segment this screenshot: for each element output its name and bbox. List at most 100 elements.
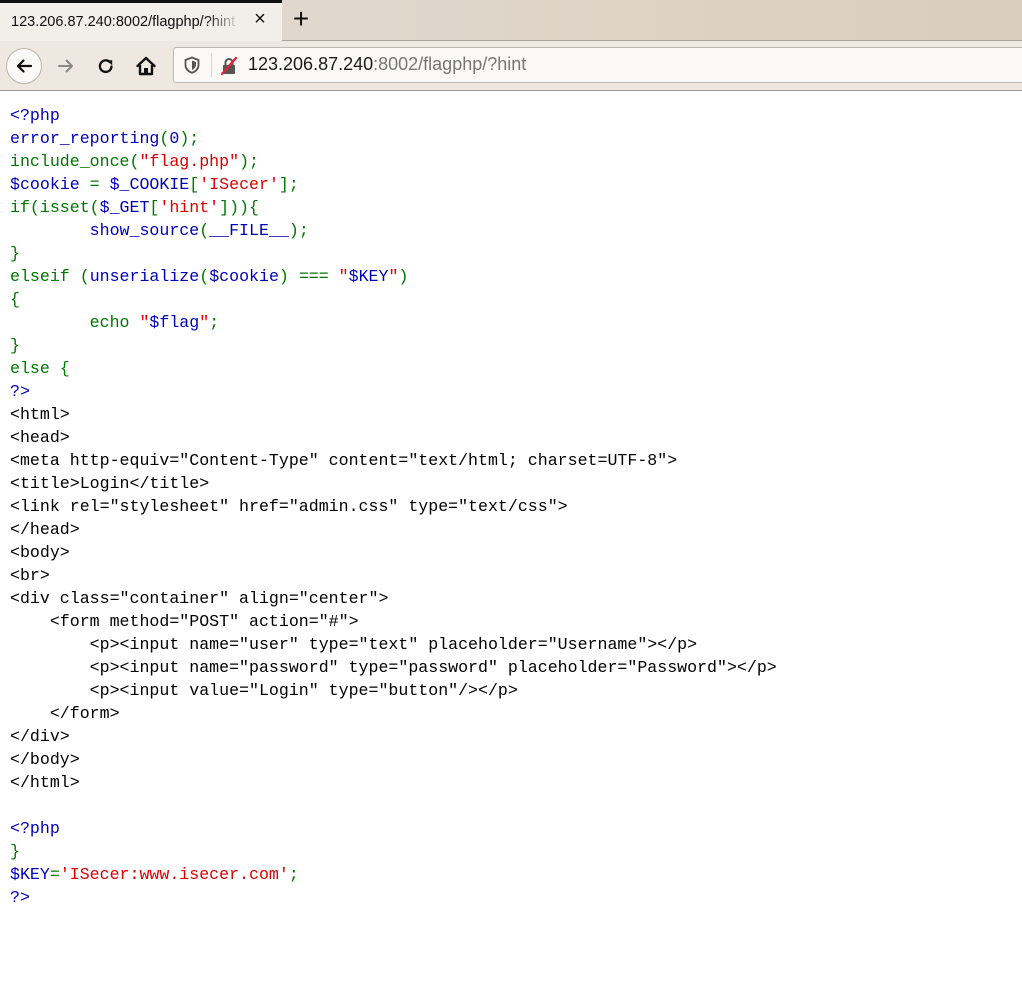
code-token-keyword: [ — [149, 198, 160, 217]
source-line: $cookie = $_COOKIE['ISecer']; — [10, 173, 777, 196]
code-token-string: 'ISecer' — [199, 175, 279, 194]
code-token-string: " — [388, 267, 399, 286]
source-line: <?php — [10, 817, 777, 840]
source-line: elseif (unserialize($cookie) === "$KEY") — [10, 265, 777, 288]
code-token-default: $KEY — [10, 865, 50, 884]
code-token-string: " — [338, 267, 349, 286]
url-path: :8002/flagphp/?hint — [373, 54, 527, 74]
code-token-keyword: ( — [199, 267, 210, 286]
code-token-html: <br> — [10, 566, 50, 585]
source-line: ?> — [10, 380, 777, 403]
code-token-keyword: elseif — [10, 267, 80, 286]
code-token-html: <meta http-equiv="Content-Type" content=… — [10, 451, 678, 470]
code-token-default: <?php — [10, 819, 60, 838]
code-token-html — [10, 221, 90, 240]
tab-title: 123.206.87.240:8002/flagphp/?hint — [11, 14, 236, 30]
code-token-default: __FILE__ — [209, 221, 289, 240]
code-token-default: $flag — [149, 313, 200, 332]
code-token-default: $KEY — [348, 267, 389, 286]
source-line: } — [10, 242, 777, 265]
address-bar[interactable]: 123.206.87.240:8002/flagphp/?hint — [173, 47, 1022, 83]
code-token-keyword: ; — [209, 313, 220, 332]
source-line: include_once("flag.php"); — [10, 150, 777, 173]
code-token-keyword: { — [59, 359, 70, 378]
code-token-html: </div> — [10, 727, 70, 746]
close-tab-icon[interactable]: × — [250, 8, 270, 30]
source-line: show_source(__FILE__); — [10, 219, 777, 242]
php-source-listing: <?php error_reporting(0); include_once("fl… — [10, 104, 777, 909]
source-line: </form> — [10, 702, 777, 725]
code-token-default: show_source — [89, 221, 200, 240]
source-line — [10, 794, 777, 817]
home-button[interactable] — [128, 48, 164, 84]
code-token-keyword: echo — [10, 313, 140, 332]
source-line: { — [10, 288, 777, 311]
code-token-keyword: if(isset( — [10, 198, 100, 217]
source-line: </div> — [10, 725, 777, 748]
source-line: $KEY='ISecer:www.isecer.com'; — [10, 863, 777, 886]
code-token-default: unserialize — [89, 267, 200, 286]
source-line: echo "$flag"; — [10, 311, 777, 334]
code-token-default: <?php — [10, 106, 60, 125]
home-icon — [136, 56, 156, 76]
source-line: <p><input name="password" type="password… — [10, 656, 777, 679]
source-line: if(isset($_GET['hint'])){ — [10, 196, 777, 219]
code-token-keyword: ); — [239, 152, 259, 171]
code-token-html: <form method="POST" action="#"> — [10, 612, 359, 631]
arrow-right-icon — [58, 59, 73, 73]
source-line: </body> — [10, 748, 777, 771]
forward-button[interactable] — [48, 48, 84, 84]
code-token-string: 'ISecer:www.isecer.com' — [59, 865, 289, 884]
code-token-default: $_GET — [99, 198, 150, 217]
code-token-html: <title>Login</title> — [10, 474, 210, 493]
source-line: } — [10, 840, 777, 863]
code-token-string: 'hint' — [159, 198, 220, 217]
code-token-default: error_reporting — [10, 129, 160, 148]
source-line: ?> — [10, 886, 777, 909]
source-line: <br> — [10, 564, 777, 587]
arrow-left-icon — [16, 59, 33, 73]
code-token-keyword: ( — [79, 267, 90, 286]
code-token-keyword: ( — [159, 129, 170, 148]
tab-strip: 123.206.87.240:8002/flagphp/?hint × + — [0, 0, 1022, 41]
code-token-default: 0 — [169, 129, 180, 148]
url-text[interactable]: 123.206.87.240:8002/flagphp/?hint — [248, 54, 526, 75]
code-token-keyword: = — [49, 865, 60, 884]
code-token-html: </html> — [10, 773, 80, 792]
code-token-string: " — [139, 313, 150, 332]
code-token-keyword: ])){ — [219, 198, 259, 217]
code-token-keyword: ( — [129, 152, 140, 171]
code-token-default: $cookie — [10, 175, 90, 194]
browser-tab-active[interactable]: 123.206.87.240:8002/flagphp/?hint — [0, 0, 282, 41]
back-button[interactable] — [6, 48, 42, 84]
code-token-keyword: ); — [179, 129, 200, 148]
tracking-protection-shield-icon[interactable] — [183, 56, 201, 74]
source-line: </head> — [10, 518, 777, 541]
code-token-keyword: ) === — [278, 267, 339, 286]
code-token-keyword: ) — [398, 267, 409, 286]
source-line: </html> — [10, 771, 777, 794]
code-token-html: </body> — [10, 750, 80, 769]
code-token-default: $_COOKIE — [109, 175, 190, 194]
code-token-html: <p><input value="Login" type="button"/><… — [10, 681, 518, 700]
url-separator — [211, 53, 212, 77]
code-token-html: <html> — [10, 405, 70, 424]
source-line: <form method="POST" action="#"> — [10, 610, 777, 633]
code-token-html: <p><input name="password" type="password… — [10, 658, 777, 677]
code-token-keyword: ; — [288, 865, 299, 884]
source-line: error_reporting(0); — [10, 127, 777, 150]
insecure-lock-icon[interactable] — [219, 56, 239, 76]
source-line: <p><input name="user" type="text" placeh… — [10, 633, 777, 656]
url-host: 123.206.87.240 — [248, 54, 374, 74]
source-line: <meta http-equiv="Content-Type" content=… — [10, 449, 777, 472]
code-token-keyword: } — [10, 336, 20, 355]
code-token-html: <head> — [10, 428, 70, 447]
code-token-keyword: = — [89, 175, 110, 194]
new-tab-button[interactable]: + — [288, 4, 314, 34]
code-token-html: </form> — [10, 704, 120, 723]
code-token-keyword: ); — [288, 221, 309, 240]
reload-button[interactable] — [88, 48, 124, 84]
code-token-keyword: } — [10, 244, 20, 263]
source-line: <link rel="stylesheet" href="admin.css" … — [10, 495, 777, 518]
code-token-string: "flag.php" — [139, 152, 240, 171]
